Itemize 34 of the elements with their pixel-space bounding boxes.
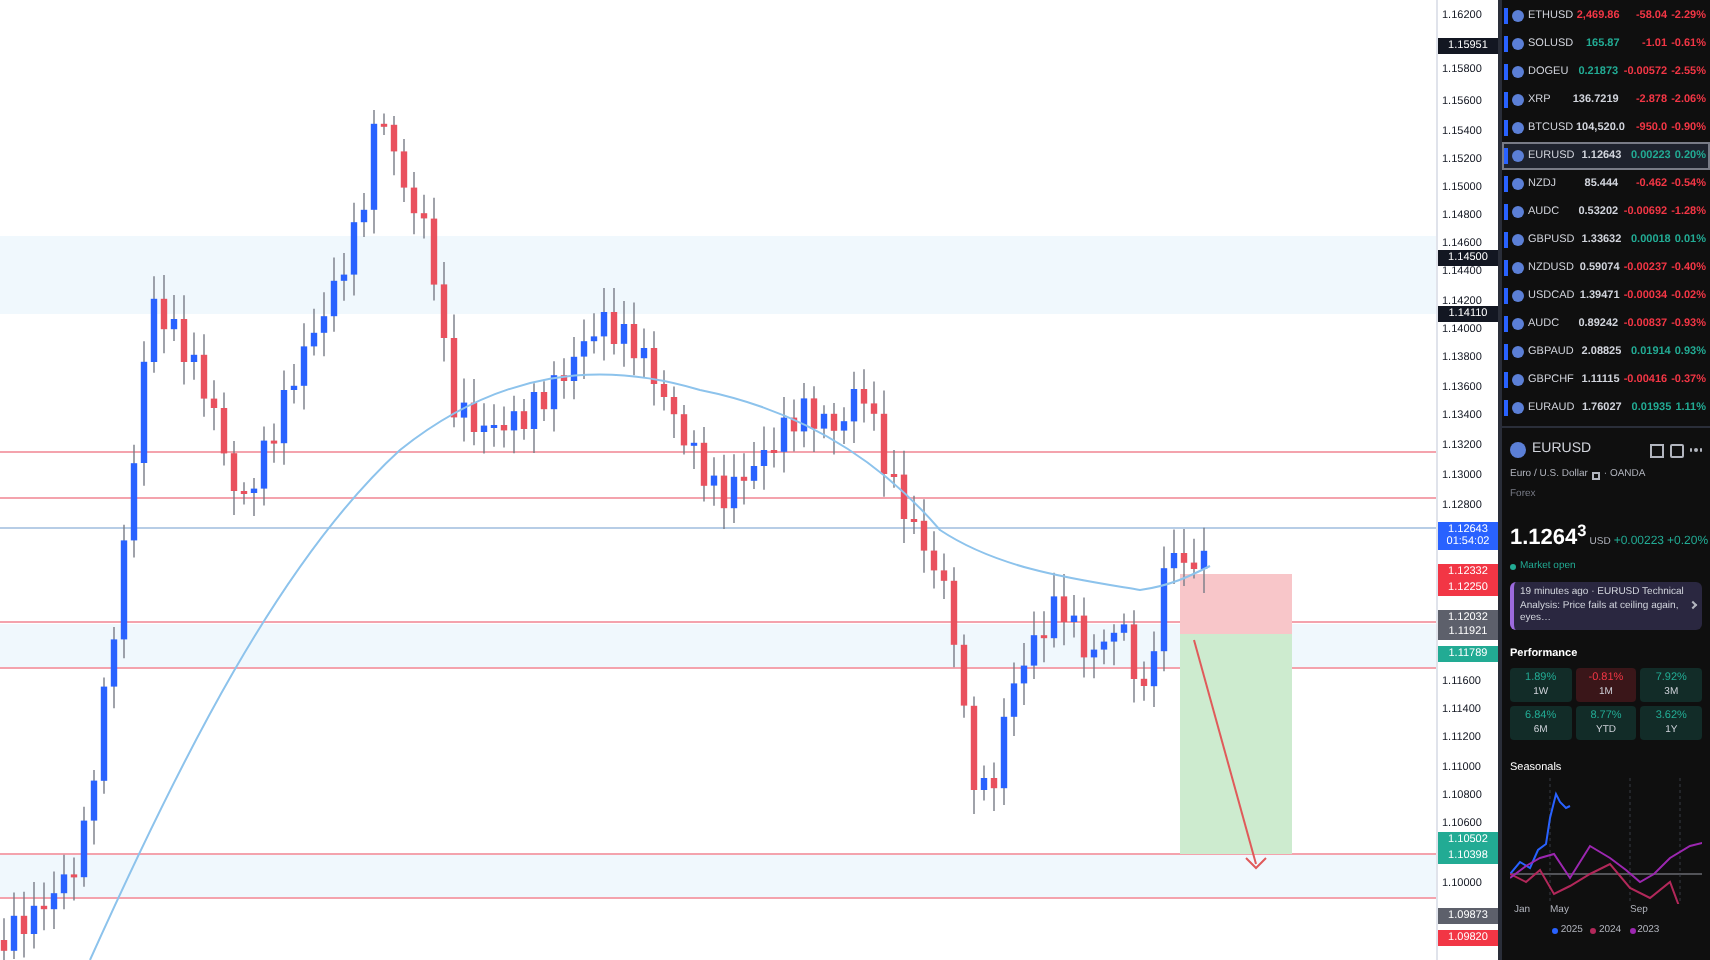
- stop-zone: [1180, 574, 1292, 634]
- flag-marker: [1504, 176, 1508, 192]
- symbol-icon: [1512, 94, 1524, 106]
- symbol-icon: [1512, 38, 1524, 50]
- symbol-icon: [1512, 10, 1524, 22]
- symbol-icon: [1512, 262, 1524, 274]
- flag-marker: [1504, 232, 1508, 248]
- symbol-icon: [1512, 374, 1524, 386]
- symbol-icon: [1512, 150, 1524, 162]
- flag-marker: [1504, 288, 1508, 304]
- flag-marker: [1504, 316, 1508, 332]
- flag-marker: [1504, 148, 1508, 164]
- symbol-icon: [1512, 402, 1524, 414]
- flag-marker: [1504, 92, 1508, 108]
- symbol-icon: [1512, 290, 1524, 302]
- symbol-icon: [1512, 66, 1524, 78]
- symbol-icon: [1512, 234, 1524, 246]
- flag-marker: [1504, 36, 1508, 52]
- flag-marker: [1504, 344, 1508, 360]
- flag-marker: [1504, 8, 1508, 24]
- flag-marker: [1504, 260, 1508, 276]
- symbol-icon: [1512, 318, 1524, 330]
- symbol-icon: [1512, 178, 1524, 190]
- price-value: 1.1264$^{3}$: [1510, 522, 1587, 554]
- flag-marker: [1504, 64, 1508, 80]
- symbol-icon: [1510, 442, 1526, 458]
- flag-marker: [1504, 204, 1508, 220]
- symbol-icon: [1512, 346, 1524, 358]
- symbol-icon: [1512, 206, 1524, 218]
- flag-marker: [1504, 372, 1508, 388]
- flag-marker: [1504, 120, 1508, 136]
- flag-marker: [1504, 400, 1508, 416]
- chevron-icon: [1688, 601, 1698, 610]
- symbol-icon: [1512, 122, 1524, 134]
